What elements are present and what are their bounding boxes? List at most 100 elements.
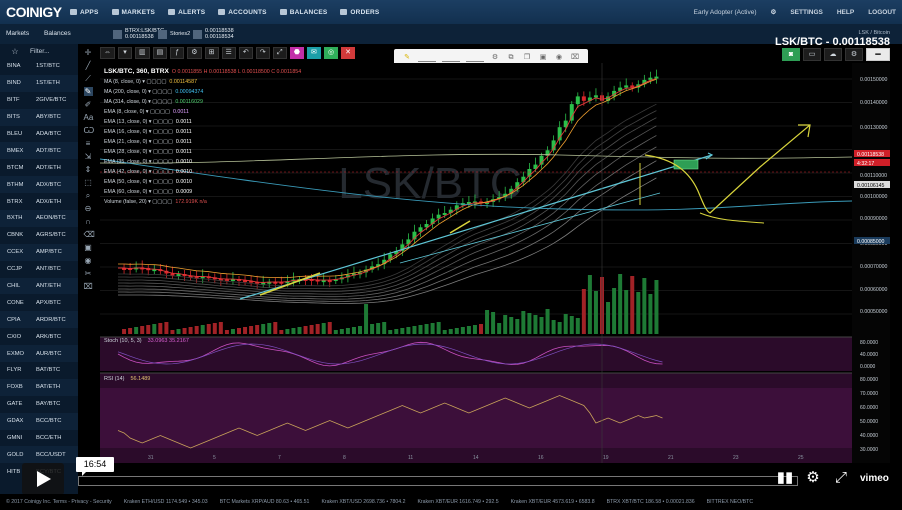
market-row[interactable]: BXTH AEON/BTC — [0, 210, 78, 227]
gear-icon[interactable]: ⚙ — [490, 54, 500, 62]
legend-indicator[interactable]: EMA (35, close, 0) ▾ ▢▢▢▢ 0.0010 — [104, 157, 301, 167]
legend-indicator[interactable]: EMA (16, close, 0) ▾ ▢▢▢▢ 0.0011 — [104, 127, 301, 137]
pencil-icon[interactable]: ✎ — [402, 54, 412, 62]
tweet-icon[interactable]: ✉ — [306, 47, 321, 59]
filter-input[interactable]: Filter... — [30, 48, 50, 55]
market-row[interactable]: GATE BAY/BTC — [0, 396, 78, 413]
cloud-icon[interactable]: ☁ — [824, 48, 842, 61]
legend-indicator[interactable]: Volume (false, 20) ▾ ▢▢▢▢ 172.919K n/a — [104, 197, 301, 207]
legend-indicator[interactable]: EMA (42, close, 0) ▾ ▢▢▢▢ 0.0010 — [104, 167, 301, 177]
market-row[interactable]: GMNI BCC/ETH — [0, 430, 78, 447]
trash-icon[interactable]: ⌧ — [84, 282, 93, 291]
gear-icon[interactable]: ⚙ — [804, 469, 822, 487]
zoom-icon[interactable]: ⌕ — [84, 191, 93, 200]
nav-apps[interactable]: APPS — [70, 9, 99, 16]
scissors-icon[interactable]: ✂ — [84, 269, 93, 278]
volume-icon[interactable]: ▮▮ — [776, 469, 794, 487]
crosshair-icon[interactable]: ✛ — [84, 48, 93, 57]
nav-accounts[interactable]: ACCOUNTS — [218, 9, 267, 16]
bars-icon[interactable]: ▥ — [135, 47, 150, 59]
nav-logout[interactable]: LOGOUT — [868, 9, 896, 16]
video-progress-bar[interactable] — [78, 476, 798, 486]
market-row[interactable]: BITF 2GIVE/BTC — [0, 92, 78, 109]
market-row[interactable]: BINA 1ST/BTC — [0, 58, 78, 75]
pattern-tool-icon[interactable]: Ѡ — [84, 126, 95, 135]
settings-icon[interactable]: ⚙ — [845, 48, 863, 61]
clone-icon[interactable]: ⧉ — [506, 54, 516, 62]
legend-symbol[interactable]: LSK/BTC, 360, BTRX — [104, 68, 169, 75]
save-icon[interactable]: ▭ — [803, 48, 821, 61]
nav-settings[interactable]: SETTINGS — [790, 9, 823, 16]
text-tool-icon[interactable]: Aa — [84, 113, 94, 122]
legend-indicator[interactable]: MA (200, close, 0) ▾ ▢▢▢▢ 0.00094374 — [104, 87, 301, 97]
mini-chart-toggle[interactable]: ▬ — [866, 48, 890, 61]
tab-markets[interactable]: Markets — [6, 30, 29, 37]
fullscreen-icon[interactable]: ⤢ — [272, 47, 287, 59]
camera-icon[interactable]: ◙ — [782, 48, 800, 61]
stoch-label[interactable]: Stoch (10, 5, 3) 33.0963 35.2167 — [104, 338, 189, 344]
fullscreen-icon[interactable]: ⤢ — [832, 469, 850, 487]
nav-markets[interactable]: MARKETS — [111, 9, 156, 16]
market-row[interactable]: CHIL ANT/ETH — [0, 277, 78, 295]
zoom-out-icon[interactable]: ⊖ — [84, 204, 93, 213]
lock-icon[interactable]: ▣ — [538, 54, 548, 62]
gear-icon[interactable]: ⚙ — [771, 8, 777, 16]
market-row[interactable]: BTHM ADX/BTC — [0, 176, 78, 194]
range-tool-icon[interactable]: ⇕ — [84, 165, 93, 174]
chart-type-icon[interactable]: ⇔ — [100, 47, 115, 59]
market-row[interactable]: FOXB BAT/ETH — [0, 378, 78, 396]
legend-indicator[interactable]: MA (8, close, 0) ▾ ▢▢▢▢ 0.00114587 — [104, 77, 301, 87]
legend-indicator[interactable]: MA (314, close, 0) ▾ ▢▢▢▢ 0.00116029 — [104, 97, 301, 107]
indicators-icon[interactable]: ƒ — [170, 47, 185, 59]
nav-orders[interactable]: ORDERS — [340, 9, 379, 16]
alert-icon[interactable]: ⬣ — [289, 47, 304, 59]
snapshot-icon[interactable]: ◎ — [323, 47, 339, 59]
close-chart-icon[interactable]: ✕ — [341, 47, 356, 59]
market-row[interactable]: CONE APX/BTC — [0, 294, 78, 311]
lock-icon[interactable]: ▣ — [84, 243, 93, 252]
magnet-icon[interactable]: ∩ — [84, 217, 93, 226]
market-row[interactable]: BIND 1ST/ETH — [0, 74, 78, 92]
trash-icon[interactable]: ⌧ — [570, 54, 580, 62]
interval-dropdown[interactable]: ▾ — [118, 47, 132, 59]
market-row[interactable]: CCJP ANT/BTC — [0, 261, 78, 278]
market-row[interactable]: BTCM ADT/ETH — [0, 159, 78, 176]
legend-indicator[interactable]: EMA (28, close, 0) ▾ ▢▢▢▢ 0.0011 — [104, 147, 301, 157]
redo-icon[interactable]: ↷ — [255, 47, 270, 59]
market-row[interactable]: GOLD BCC/USDT — [0, 446, 78, 464]
legend-indicator[interactable]: EMA (13, close, 0) ▾ ▢▢▢▢ 0.0011 — [104, 117, 301, 127]
measure-tool-icon[interactable]: ⇲ — [84, 152, 93, 161]
candles-icon[interactable]: ▤ — [152, 47, 168, 59]
copy-icon[interactable]: ❐ — [522, 54, 532, 62]
coinigy-logo[interactable]: COINIGY — [0, 4, 70, 20]
pencil-tool-icon[interactable]: ✎ — [83, 87, 93, 96]
eraser-icon[interactable]: ⌫ — [84, 230, 95, 239]
ray-tool-icon[interactable]: ⟋ — [84, 74, 93, 83]
market-row[interactable]: CBNK AGRS/BTC — [0, 227, 78, 244]
market-row[interactable]: FLYR BAT/BTC — [0, 362, 78, 379]
market-row[interactable]: GDAX BCC/BTC — [0, 412, 78, 430]
line-width-picker[interactable] — [442, 54, 460, 62]
ticker-prices[interactable]: 0.00118538 0.00118534 — [190, 27, 237, 41]
brush-tool-icon[interactable]: ✐ — [84, 100, 93, 109]
line-style-picker[interactable] — [466, 54, 484, 62]
rsi-label[interactable]: RSI (14) 56.1489 — [104, 376, 150, 382]
line-tool-icon[interactable]: ╱ — [84, 61, 93, 70]
legend-indicator[interactable]: EMA (21, close, 0) ▾ ▢▢▢▢ 0.0011 — [104, 137, 301, 147]
star-icon[interactable]: ☆ — [0, 47, 30, 56]
line-color-picker[interactable] — [418, 54, 436, 62]
compare-icon[interactable]: ⊞ — [204, 47, 219, 59]
templates-icon[interactable]: ☰ — [221, 47, 236, 59]
ticker-stories[interactable]: Stories2 — [155, 27, 193, 41]
play-button[interactable] — [22, 463, 64, 495]
shape-tool-icon[interactable]: ⬚ — [84, 178, 93, 187]
undo-icon[interactable]: ↶ — [238, 47, 253, 59]
market-row[interactable]: CXIO ARK/BTC — [0, 328, 78, 345]
nav-balances[interactable]: BALANCES — [279, 9, 328, 16]
market-row[interactable]: EXMO AUR/BTC — [0, 345, 78, 363]
eye-icon[interactable]: ◉ — [554, 54, 564, 62]
market-row[interactable]: BTRX ADX/ETH — [0, 193, 78, 210]
market-row[interactable]: CCEX AMP/BTC — [0, 243, 78, 261]
eye-icon[interactable]: ◉ — [84, 256, 93, 265]
market-row[interactable]: BMEX ADT/BTC — [0, 142, 78, 160]
